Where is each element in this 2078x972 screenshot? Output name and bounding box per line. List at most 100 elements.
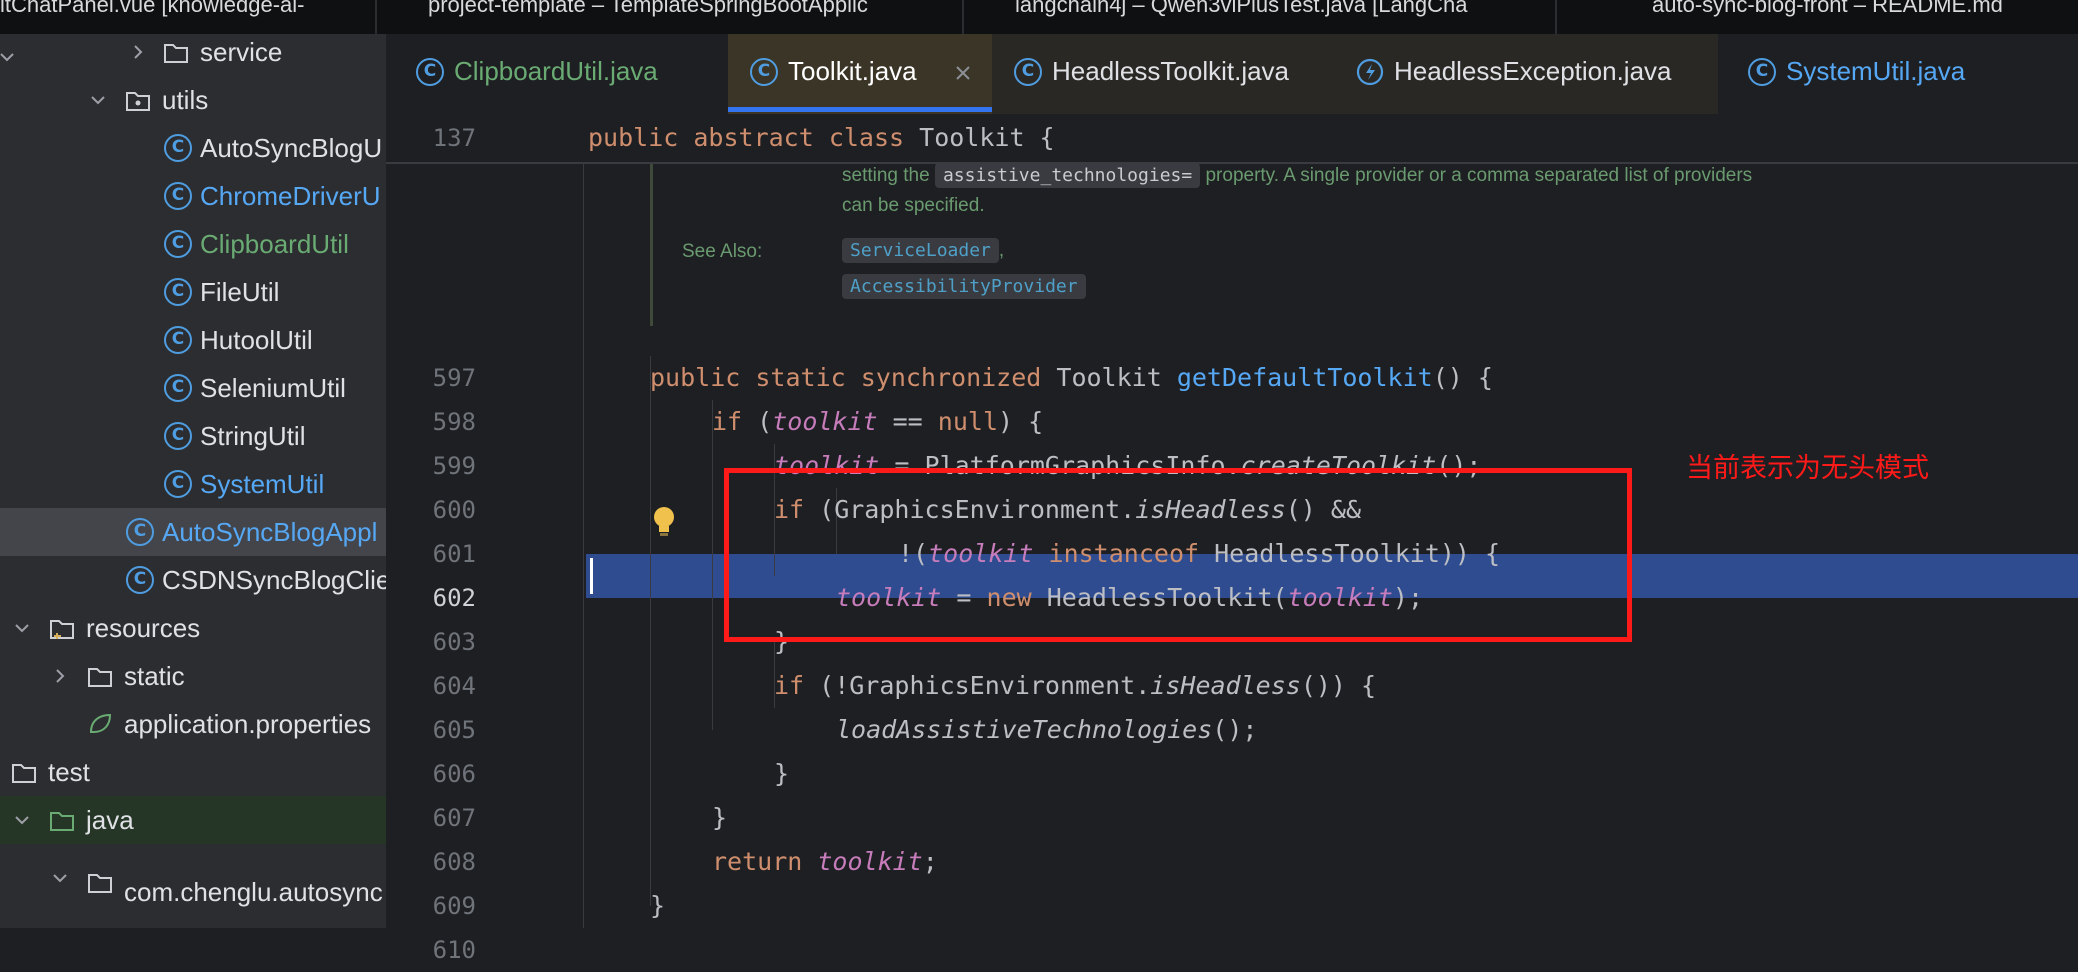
tree-item-resources[interactable]: resources	[0, 604, 386, 652]
tab-headlessexception[interactable]: HeadlessException.java	[1332, 34, 1718, 114]
class-icon	[126, 566, 154, 594]
tree-item-autosyncblogapplication[interactable]: AutoSyncBlogAppl	[0, 508, 386, 556]
tree-item-package[interactable]: com.chenglu.autosync	[0, 844, 386, 907]
window-tab-3[interactable]: langchain4j – Qwen3vlPlusTest.java [Lang…	[1015, 0, 1530, 34]
lightbulb-icon[interactable]	[652, 506, 676, 538]
doc-text: setting the	[842, 165, 930, 186]
close-icon[interactable]	[956, 66, 970, 80]
line-number: 605	[432, 716, 476, 744]
tab-toolkit[interactable]: Toolkit.java	[728, 34, 992, 114]
line-number: 600	[432, 496, 476, 524]
sticky-header: 137 public abstract class Toolkit {	[386, 114, 2078, 164]
see-also-link-accessibilityprovider[interactable]: AccessibilityProvider	[842, 274, 1086, 299]
line-number: 603	[432, 628, 476, 656]
class-icon	[164, 278, 192, 306]
tree-item-label: service	[200, 37, 283, 67]
class-icon	[164, 326, 192, 354]
line-number: 604	[432, 672, 476, 700]
tab-systemutil[interactable]: SystemUtil.java	[1718, 34, 2078, 114]
tree-item-java[interactable]: java	[0, 796, 386, 844]
code-editor[interactable]: 137 public abstract class Toolkit { sett…	[386, 114, 2078, 964]
tab-headlesstoolkit[interactable]: HeadlessToolkit.java	[992, 34, 1332, 114]
class-icon	[164, 182, 192, 210]
chevron-right-icon[interactable]	[50, 666, 70, 686]
tree-item-csdnsyncblogclient[interactable]: CSDNSyncBlogClie	[0, 556, 386, 604]
tree-item-fileutil[interactable]: FileUtil	[0, 268, 386, 316]
chevron-right-icon[interactable]	[128, 42, 148, 62]
code-line-604[interactable]: if (!GraphicsEnvironment.isHeadless()) {	[774, 664, 1376, 708]
tree-item-label: SystemUtil	[200, 469, 325, 499]
tree-item-hutoolutil[interactable]: HutoolUtil	[0, 316, 386, 364]
class-icon	[416, 58, 444, 86]
tree-item-stringutil[interactable]: StringUtil	[0, 412, 386, 460]
package-folder-icon	[88, 874, 112, 893]
see-also-row-2: AccessibilityProvider	[842, 274, 1086, 306]
tree-item-label: CSDNSyncBlogClie	[162, 565, 386, 595]
see-also-link-serviceloader[interactable]: ServiceLoader	[842, 238, 999, 263]
code-line-609[interactable]: }	[650, 884, 665, 928]
exception-class-icon	[1356, 58, 1384, 86]
tab-clipboardutil[interactable]: ClipboardUtil.java	[386, 34, 728, 114]
window-tab-4[interactable]: auto-sync-blog-front – README.md	[1652, 0, 2078, 34]
tree-item-test[interactable]: test	[0, 748, 386, 796]
window-title-bar: itChatPanel.vue [knowledge-ai- project-t…	[0, 0, 2078, 34]
class-icon	[164, 374, 192, 402]
window-tab-1[interactable]: itChatPanel.vue [knowledge-ai-	[0, 0, 370, 34]
code-line-607[interactable]: }	[712, 796, 727, 840]
divider	[583, 164, 584, 928]
class-icon	[164, 230, 192, 258]
tree-item-label: java	[86, 805, 134, 835]
tree-item-application-properties[interactable]: application.properties	[0, 700, 386, 748]
tree-item-systemutil[interactable]: SystemUtil	[0, 460, 386, 508]
indent-guide	[712, 400, 713, 730]
tree-item-label: ClipboardUtil	[200, 229, 349, 259]
folder-icon	[88, 668, 112, 687]
line-number: 601	[432, 540, 476, 568]
code-line-598[interactable]: if (toolkit == null) {	[712, 400, 1043, 444]
tree-item-label: AutoSyncBlogU	[200, 133, 383, 163]
tree-item-label: FileUtil	[200, 277, 280, 307]
folder-icon	[12, 764, 36, 783]
class-icon	[126, 518, 154, 546]
tree-item-label: utils	[162, 85, 209, 115]
class-icon	[164, 134, 192, 162]
caret	[590, 558, 593, 594]
doc-bar	[650, 164, 653, 326]
see-also-separator: ,	[998, 240, 1005, 261]
tab-label: HeadlessException.java	[1394, 56, 1672, 86]
tree-item-clipboardutil[interactable]: ClipboardUtil	[0, 220, 386, 268]
chevron-down-icon[interactable]	[12, 618, 32, 638]
line-number: 607	[432, 804, 476, 832]
spring-properties-icon	[89, 713, 112, 733]
code-line-605[interactable]: loadAssistiveTechnologies();	[836, 708, 1257, 752]
chevron-down-icon[interactable]	[88, 90, 108, 110]
tree-item-seleniumutil[interactable]: SeleniumUtil	[0, 364, 386, 412]
line-number: 609	[432, 892, 476, 920]
tree-item-label: test	[48, 757, 90, 787]
code-line-608[interactable]: return toolkit;	[712, 840, 938, 884]
tab-label: ClipboardUtil.java	[454, 56, 658, 86]
package-folder-icon	[126, 92, 150, 111]
tree-item-label: com.chenglu.autosync	[124, 877, 383, 907]
tree-item-utils[interactable]: utils	[0, 76, 386, 124]
line-number: 599	[432, 452, 476, 480]
chevron-down-icon[interactable]	[12, 810, 32, 830]
code-line-606[interactable]: }	[774, 752, 789, 796]
divider	[375, 0, 377, 34]
class-icon	[1748, 58, 1776, 86]
code-line-597[interactable]: public static synchronized Toolkit getDe…	[650, 356, 1493, 400]
tree-item-static[interactable]: static	[0, 652, 386, 700]
doc-line-2: can be specified.	[842, 195, 985, 216]
tree-item-service[interactable]: service	[0, 34, 386, 76]
test-source-folder-icon	[50, 812, 74, 831]
window-tab-2[interactable]: project-template – TemplateSpringBootApp…	[428, 0, 938, 34]
tree-item-label: SeleniumUtil	[200, 373, 346, 403]
chevron-down-icon[interactable]	[50, 868, 70, 888]
tree-item-chromedriverutil[interactable]: ChromeDriverU	[0, 172, 386, 220]
line-number: 137	[432, 124, 476, 152]
package-folder-icon	[164, 44, 188, 63]
sticky-class-declaration[interactable]: public abstract class Toolkit {	[588, 116, 1055, 160]
tree-item-autosyncblogutil[interactable]: AutoSyncBlogU	[0, 124, 386, 172]
class-icon	[164, 422, 192, 450]
active-tab-indicator	[728, 107, 992, 112]
